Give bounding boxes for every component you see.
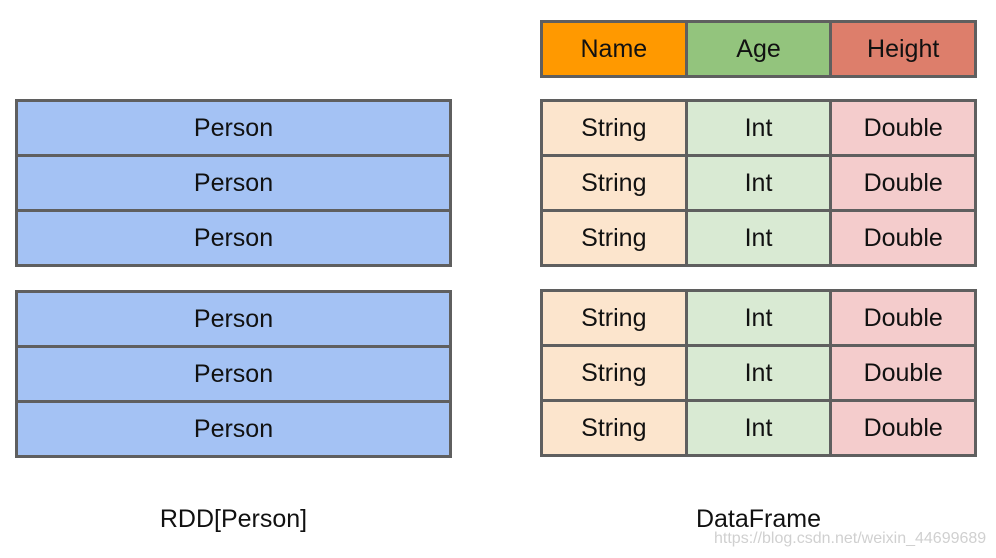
dataframe-row: String Int Double: [543, 292, 975, 344]
rdd-person-row: Person: [18, 293, 449, 345]
string-cell: String: [543, 347, 685, 399]
header-height: Height: [832, 23, 975, 75]
double-cell: Double: [832, 292, 975, 344]
header-age: Age: [687, 23, 830, 75]
header-name: Name: [543, 23, 685, 75]
int-cell: Int: [687, 212, 830, 264]
rdd-partition-2: Person Person Person: [15, 290, 452, 458]
string-cell: String: [543, 402, 685, 454]
int-cell: Int: [687, 347, 830, 399]
rdd-person-row: Person: [18, 102, 449, 154]
rdd-partition-1: Person Person Person: [15, 99, 452, 267]
dataframe-header: Name Age Height: [540, 20, 977, 78]
string-cell: String: [543, 212, 685, 264]
int-cell: Int: [687, 157, 830, 209]
string-cell: String: [543, 157, 685, 209]
double-cell: Double: [832, 212, 975, 264]
string-cell: String: [543, 292, 685, 344]
rdd-person-row: Person: [18, 157, 449, 209]
watermark: https://blog.csdn.net/weixin_44699689: [714, 530, 987, 547]
double-cell: Double: [832, 157, 975, 209]
dataframe-row: String Int Double: [543, 347, 975, 399]
dataframe-row: String Int Double: [543, 102, 975, 154]
rdd-caption: RDD[Person]: [159, 505, 308, 533]
int-cell: Int: [687, 102, 830, 154]
rdd-person-row: Person: [18, 403, 449, 455]
dataframe-partition-1: String Int Double String Int Double Stri…: [540, 99, 977, 267]
double-cell: Double: [832, 102, 975, 154]
double-cell: Double: [832, 402, 975, 454]
string-cell: String: [543, 102, 685, 154]
double-cell: Double: [832, 347, 975, 399]
rdd-person-row: Person: [18, 348, 449, 400]
rdd-person-row: Person: [18, 212, 449, 264]
dataframe-row: String Int Double: [543, 402, 975, 454]
int-cell: Int: [687, 402, 830, 454]
int-cell: Int: [687, 292, 830, 344]
dataframe-row: String Int Double: [543, 212, 975, 264]
dataframe-row: String Int Double: [543, 157, 975, 209]
dataframe-partition-2: String Int Double String Int Double Stri…: [540, 289, 977, 457]
